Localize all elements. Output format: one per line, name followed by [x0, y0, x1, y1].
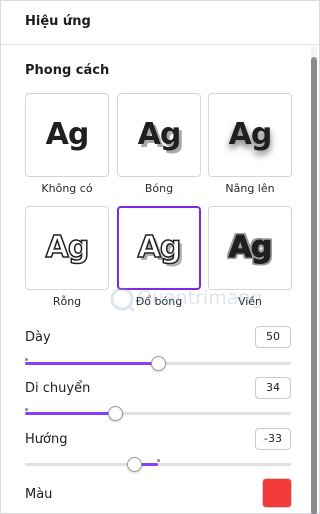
thickness-label: Dày	[25, 330, 51, 345]
effect-preview-none: Ag	[45, 117, 90, 152]
effect-label-shadow: Bóng	[144, 182, 174, 195]
offset-slider-fill	[25, 412, 116, 415]
watermark-text: Quantrimang	[137, 287, 263, 309]
offset-slider-handle[interactable]	[108, 406, 124, 421]
effect-preview-hollow: Ag	[45, 230, 90, 265]
panel-header: Hiệu ứng	[1, 1, 319, 45]
effect-label-lift: Nâng lên	[225, 182, 275, 195]
effect-preview-splice: Ag	[137, 230, 182, 265]
thickness-slider-tick	[25, 358, 28, 361]
watermark-logo-icon	[110, 287, 135, 312]
offset-slider[interactable]	[25, 406, 291, 421]
thickness-slider[interactable]	[25, 356, 291, 371]
panel-title: Hiệu ứng	[25, 14, 91, 29]
scrollbar-thumb[interactable]	[311, 57, 317, 514]
section-title-style: Phong cách	[25, 63, 110, 78]
effect-tile-shadow[interactable]: Ag	[117, 93, 201, 177]
direction-label: Hướng	[25, 432, 68, 447]
effect-preview-outline: Ag	[228, 230, 273, 265]
offset-value-input[interactable]: 34	[255, 377, 291, 399]
effect-tile-splice[interactable]: Ag	[117, 206, 201, 290]
thickness-slider-handle[interactable]	[151, 356, 166, 371]
effect-tile-none[interactable]: Ag	[25, 93, 109, 177]
direction-value-input[interactable]: -33	[255, 428, 291, 450]
effect-label-hollow: Rỗng	[52, 295, 82, 308]
effect-preview-lift: Ag	[228, 117, 273, 152]
color-label: Màu	[25, 487, 53, 502]
thickness-slider-fill	[25, 362, 158, 365]
offset-label: Di chuyển	[25, 381, 91, 396]
effect-label-none: Không có	[41, 182, 93, 195]
effect-tile-hollow[interactable]: Ag	[25, 206, 109, 290]
effect-tile-outline[interactable]: Ag	[208, 206, 292, 290]
effect-preview-shadow: Ag	[137, 117, 182, 152]
offset-slider-tick	[25, 408, 28, 411]
direction-slider[interactable]	[25, 457, 291, 472]
direction-slider-handle[interactable]	[126, 457, 142, 472]
color-swatch[interactable]	[262, 478, 292, 508]
direction-slider-tick	[157, 459, 160, 462]
thickness-value-input[interactable]: 50	[255, 326, 291, 348]
watermark: Quantrimang	[109, 284, 262, 314]
effect-tile-lift[interactable]: Ag	[208, 93, 292, 177]
effects-panel: Hiệu ứng Phong cách Ag Không có Ag Bóng …	[0, 0, 320, 514]
